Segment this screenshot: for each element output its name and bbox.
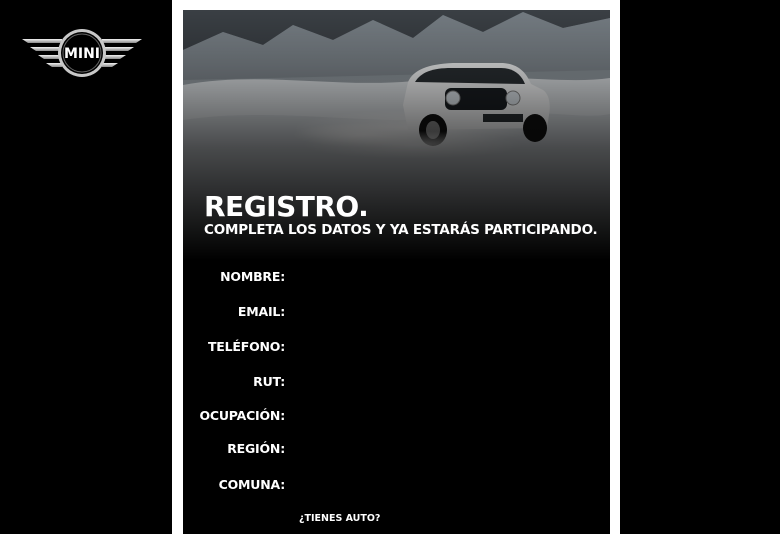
email-label: EMAIL: bbox=[237, 304, 285, 319]
region-field[interactable] bbox=[296, 438, 590, 460]
page-subtitle: COMPLETA LOS DATOS Y YA ESTARÁS PARTICIP… bbox=[204, 222, 598, 238]
rut-field[interactable] bbox=[296, 371, 590, 393]
page-title: REGISTRO. bbox=[204, 190, 369, 223]
region-label: REGIÓN: bbox=[227, 441, 285, 456]
form-row-email: EMAIL: bbox=[183, 301, 610, 326]
email-field[interactable] bbox=[296, 301, 590, 323]
form-row-telefono: TELÉFONO: bbox=[183, 336, 610, 361]
mini-wings-logo-icon: MINI bbox=[22, 29, 142, 77]
nombre-label: NOMBRE: bbox=[220, 269, 285, 284]
telefono-label: TELÉFONO: bbox=[207, 339, 285, 354]
ocupacion-field[interactable] bbox=[296, 405, 590, 427]
comuna-field[interactable] bbox=[296, 474, 590, 496]
form-row-ocupacion: OCUPACIÓN: bbox=[183, 405, 610, 430]
mini-logo[interactable]: MINI bbox=[20, 27, 144, 83]
telefono-field[interactable] bbox=[296, 336, 590, 358]
comuna-label: COMUNA: bbox=[218, 477, 286, 492]
form-row-comuna: COMUNA: bbox=[183, 474, 610, 499]
form-row-rut: RUT: bbox=[183, 371, 610, 396]
logo-text: MINI bbox=[64, 46, 100, 62]
nombre-field[interactable] bbox=[296, 266, 590, 288]
registration-panel: REGISTRO. COMPLETA LOS DATOS Y YA ESTARÁ… bbox=[172, 0, 620, 534]
form-row-nombre: NOMBRE: bbox=[183, 266, 610, 291]
ocupacion-label: OCUPACIÓN: bbox=[199, 408, 285, 423]
tienes-auto-question: ¿TIENES AUTO? bbox=[299, 513, 381, 524]
registration-content: REGISTRO. COMPLETA LOS DATOS Y YA ESTARÁ… bbox=[183, 10, 610, 534]
rut-label: RUT: bbox=[253, 374, 285, 389]
form-row-region: REGIÓN: bbox=[183, 438, 610, 463]
